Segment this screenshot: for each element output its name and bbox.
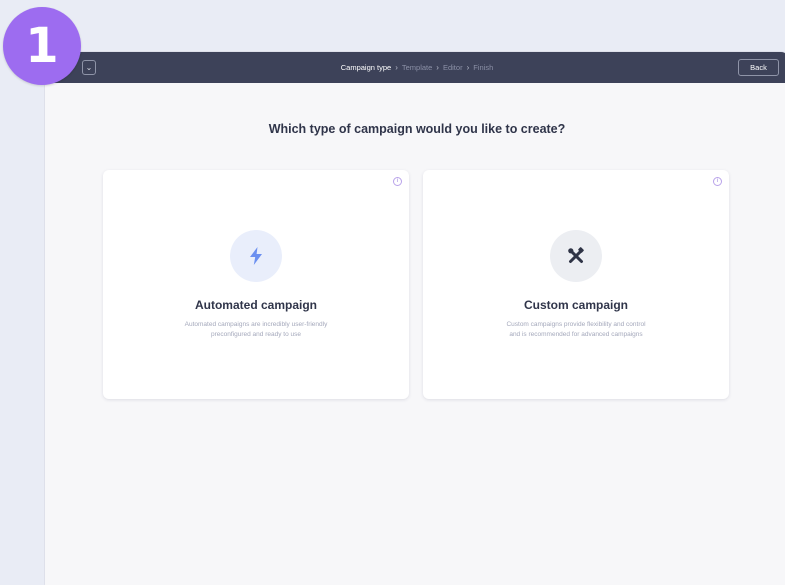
breadcrumb-step-finish[interactable]: Finish: [473, 63, 493, 72]
lightning-bolt-icon: [250, 247, 262, 265]
chevron-right-icon: ›: [466, 63, 470, 72]
automated-campaign-card[interactable]: i Automated campaign Automated campaigns…: [103, 170, 409, 399]
automated-icon-circle: [230, 230, 282, 282]
breadcrumb: Campaign type › Template › Editor › Fini…: [45, 52, 785, 83]
back-button[interactable]: Back: [738, 59, 779, 76]
app-window: ⌄ Campaign type › Template › Editor › Fi…: [45, 52, 785, 585]
card-title: Custom campaign: [523, 298, 628, 312]
breadcrumb-step-editor[interactable]: Editor: [443, 63, 463, 72]
card-title: Automated campaign: [194, 298, 317, 312]
breadcrumb-step-campaign-type[interactable]: Campaign type: [341, 63, 391, 72]
card-description-line: and is recommended for advanced campaign…: [509, 331, 643, 338]
breadcrumb-step-template[interactable]: Template: [402, 63, 432, 72]
custom-icon-circle: [550, 230, 602, 282]
custom-campaign-card[interactable]: i Custom campaign Custom campaigns provi…: [423, 170, 729, 399]
card-description-line: Custom campaigns provide flexibility and…: [506, 321, 646, 328]
info-icon[interactable]: i: [393, 177, 402, 186]
page-title: Which type of campaign would you like to…: [268, 122, 566, 136]
tools-icon: [568, 247, 584, 263]
top-navigation-bar: ⌄ Campaign type › Template › Editor › Fi…: [45, 52, 785, 83]
card-description: Custom campaigns provide flexibility and…: [466, 320, 686, 340]
chevron-right-icon: ›: [395, 63, 398, 72]
card-description: Automated campaigns are incredibly user-…: [146, 320, 366, 340]
step-number-badge: 1: [3, 7, 81, 85]
chevron-right-icon: ›: [436, 63, 439, 72]
card-description-line: Automated campaigns are incredibly user-…: [184, 321, 328, 328]
card-description-line: preconfigured and ready to use: [211, 331, 301, 338]
info-icon[interactable]: i: [713, 177, 722, 186]
